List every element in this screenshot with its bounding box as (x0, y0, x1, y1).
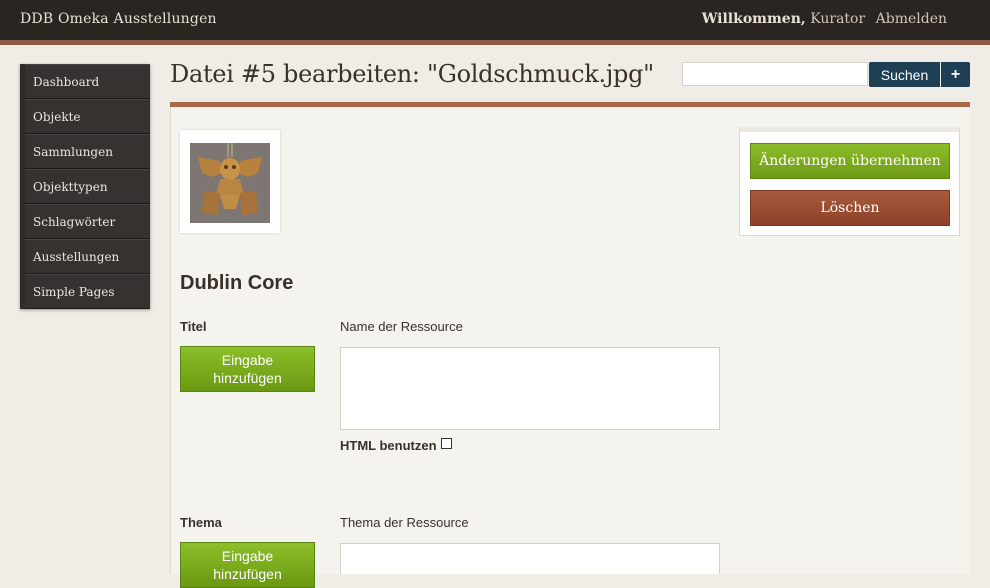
section-title: Dublin Core (180, 272, 294, 294)
top-bar: DDB Omeka Ausstellungen Willkommen, Kura… (0, 0, 990, 45)
sidebar-item-ausstellungen[interactable]: Ausstellungen (25, 239, 150, 274)
sidebar-item-objekte[interactable]: Objekte (25, 99, 150, 134)
file-thumbnail-frame (180, 130, 280, 233)
sidebar-item-simple-pages[interactable]: Simple Pages (25, 274, 150, 309)
welcome-area: Willkommen, Kurator Abmelden (702, 11, 947, 27)
logout-link[interactable]: Abmelden (876, 11, 947, 27)
field-label-thema: Thema (180, 515, 222, 530)
site-title[interactable]: DDB Omeka Ausstellungen (20, 11, 217, 27)
welcome-label: Willkommen, (701, 11, 806, 27)
sidebar-item-dashboard[interactable]: Dashboard (25, 64, 150, 99)
heading-divider (170, 102, 970, 107)
user-name-link[interactable]: Kurator (810, 11, 865, 27)
advanced-search-button[interactable]: + (941, 62, 970, 87)
sidebar-item-objekttypen[interactable]: Objekttypen (25, 169, 150, 204)
field-description-titel: Name der Ressource (340, 319, 463, 334)
sidebar-item-sammlungen[interactable]: Sammlungen (25, 134, 150, 169)
gold-ornament-image (190, 143, 270, 223)
save-changes-button[interactable]: Änderungen übernehmen (750, 143, 950, 179)
file-thumbnail[interactable] (190, 143, 270, 223)
sidebar-item-schlagwoerter[interactable]: Schlagwörter (25, 204, 150, 239)
html-toggle-label: HTML benutzen (340, 438, 437, 453)
delete-button[interactable]: Löschen (750, 190, 950, 226)
search-button[interactable]: Suchen (869, 62, 940, 87)
page-title: Datei #5 bearbeiten: "Goldschmuck.jpg" (170, 60, 654, 88)
thema-textarea[interactable] (340, 543, 720, 574)
add-input-button-thema[interactable]: Eingabe hinzufügen (180, 542, 315, 588)
titel-textarea[interactable] (340, 347, 720, 430)
sidebar-nav: Dashboard Objekte Sammlungen Objekttypen… (20, 64, 150, 309)
field-label-titel: Titel (180, 319, 207, 334)
actions-panel: Änderungen übernehmen Löschen (739, 127, 960, 236)
add-input-button-titel[interactable]: Eingabe hinzufügen (180, 346, 315, 392)
html-checkbox[interactable] (441, 438, 452, 449)
search-input[interactable] (682, 62, 868, 86)
field-description-thema: Thema der Ressource (340, 515, 469, 530)
